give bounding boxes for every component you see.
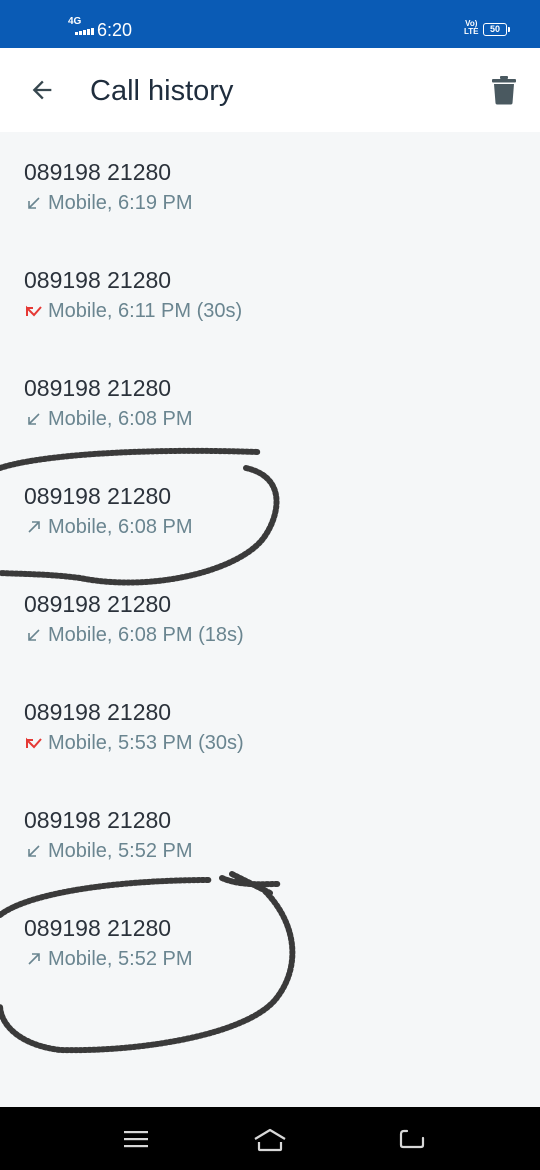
- call-number: 089198 21280: [24, 483, 172, 509]
- call-detail: Mobile, 5:52 PM: [24, 946, 193, 972]
- call-detail: Mobile, 5:52 PM: [24, 838, 193, 864]
- incoming-call-icon: [24, 841, 44, 861]
- incoming-call-icon: [24, 193, 44, 213]
- call-number: 089198 21280: [24, 699, 172, 725]
- call-item[interactable]: 089198 21280 Mobile, 6:08 PM: [0, 456, 540, 564]
- call-item[interactable]: 089198 21280 Mobile, 6:19 PM: [0, 132, 540, 240]
- call-meta: Mobile, 5:53 PM (30s): [48, 732, 244, 754]
- call-number: 089198 21280: [24, 375, 172, 401]
- page-title: Call history: [90, 75, 234, 107]
- trash-icon: [492, 76, 516, 105]
- recents-button[interactable]: [114, 1119, 158, 1159]
- missed-call-icon: [24, 733, 44, 753]
- volte-bottom: LTE: [464, 27, 479, 36]
- call-number: 089198 21280: [24, 267, 172, 293]
- call-meta: Mobile, 5:52 PM: [48, 840, 193, 862]
- home-icon: [254, 1128, 286, 1152]
- call-item[interactable]: 089198 21280 Mobile, 5:53 PM (30s): [0, 672, 540, 780]
- outgoing-call-icon: [24, 517, 44, 537]
- call-number: 089198 21280: [24, 591, 172, 617]
- call-detail: Mobile, 6:08 PM: [24, 406, 193, 432]
- call-item[interactable]: 089198 21280 Mobile, 6:11 PM (30s): [0, 240, 540, 348]
- call-detail: Mobile, 6:08 PM: [24, 514, 193, 540]
- outgoing-call-icon: [24, 949, 44, 969]
- call-meta: Mobile, 5:52 PM: [48, 948, 193, 970]
- call-number: 089198 21280: [24, 807, 172, 833]
- missed-call-icon: [24, 301, 44, 321]
- call-meta: Mobile, 6:11 PM (30s): [48, 300, 243, 322]
- call-detail: Mobile, 6:08 PM (18s): [24, 622, 244, 648]
- app-bar: Call history: [0, 48, 540, 132]
- back-icon: [399, 1129, 425, 1149]
- call-detail: Mobile, 5:53 PM (30s): [24, 730, 244, 756]
- incoming-call-icon: [24, 409, 44, 429]
- volte-icon: Vo) LTE: [464, 20, 479, 36]
- battery-level: 50: [489, 24, 500, 34]
- call-detail: Mobile, 6:11 PM (30s): [24, 298, 242, 324]
- call-item[interactable]: 089198 21280 Mobile, 6:08 PM (18s): [0, 564, 540, 672]
- call-number: 089198 21280: [24, 159, 172, 185]
- network-type: 4G: [68, 16, 82, 27]
- call-history-list: 089198 21280 Mobile, 6:19 PM 089198 2128…: [0, 132, 540, 996]
- call-item[interactable]: 089198 21280 Mobile, 5:52 PM: [0, 888, 540, 996]
- navigation-bar: [0, 1107, 540, 1170]
- call-meta: Mobile, 6:08 PM: [48, 408, 193, 430]
- clock: 6:20: [97, 20, 133, 40]
- status-bar: 4G 6:20 Vo) LTE 50: [0, 0, 540, 48]
- signal-icon: [75, 28, 94, 35]
- call-meta: Mobile, 6:08 PM (18s): [48, 624, 244, 646]
- battery-icon: 50: [483, 23, 510, 36]
- call-item[interactable]: 089198 21280 Mobile, 6:08 PM: [0, 348, 540, 456]
- home-button[interactable]: [248, 1119, 292, 1159]
- menu-icon: [124, 1131, 148, 1148]
- delete-button[interactable]: [484, 70, 524, 110]
- call-number: 089198 21280: [24, 915, 172, 941]
- back-button[interactable]: [22, 70, 62, 110]
- call-detail: Mobile, 6:19 PM: [24, 190, 193, 216]
- arrow-left-icon: [32, 80, 52, 100]
- system-back-button[interactable]: [390, 1119, 434, 1159]
- call-item[interactable]: 089198 21280 Mobile, 5:52 PM: [0, 780, 540, 888]
- call-meta: Mobile, 6:08 PM: [48, 516, 193, 538]
- call-meta: Mobile, 6:19 PM: [48, 192, 193, 214]
- incoming-call-icon: [24, 625, 44, 645]
